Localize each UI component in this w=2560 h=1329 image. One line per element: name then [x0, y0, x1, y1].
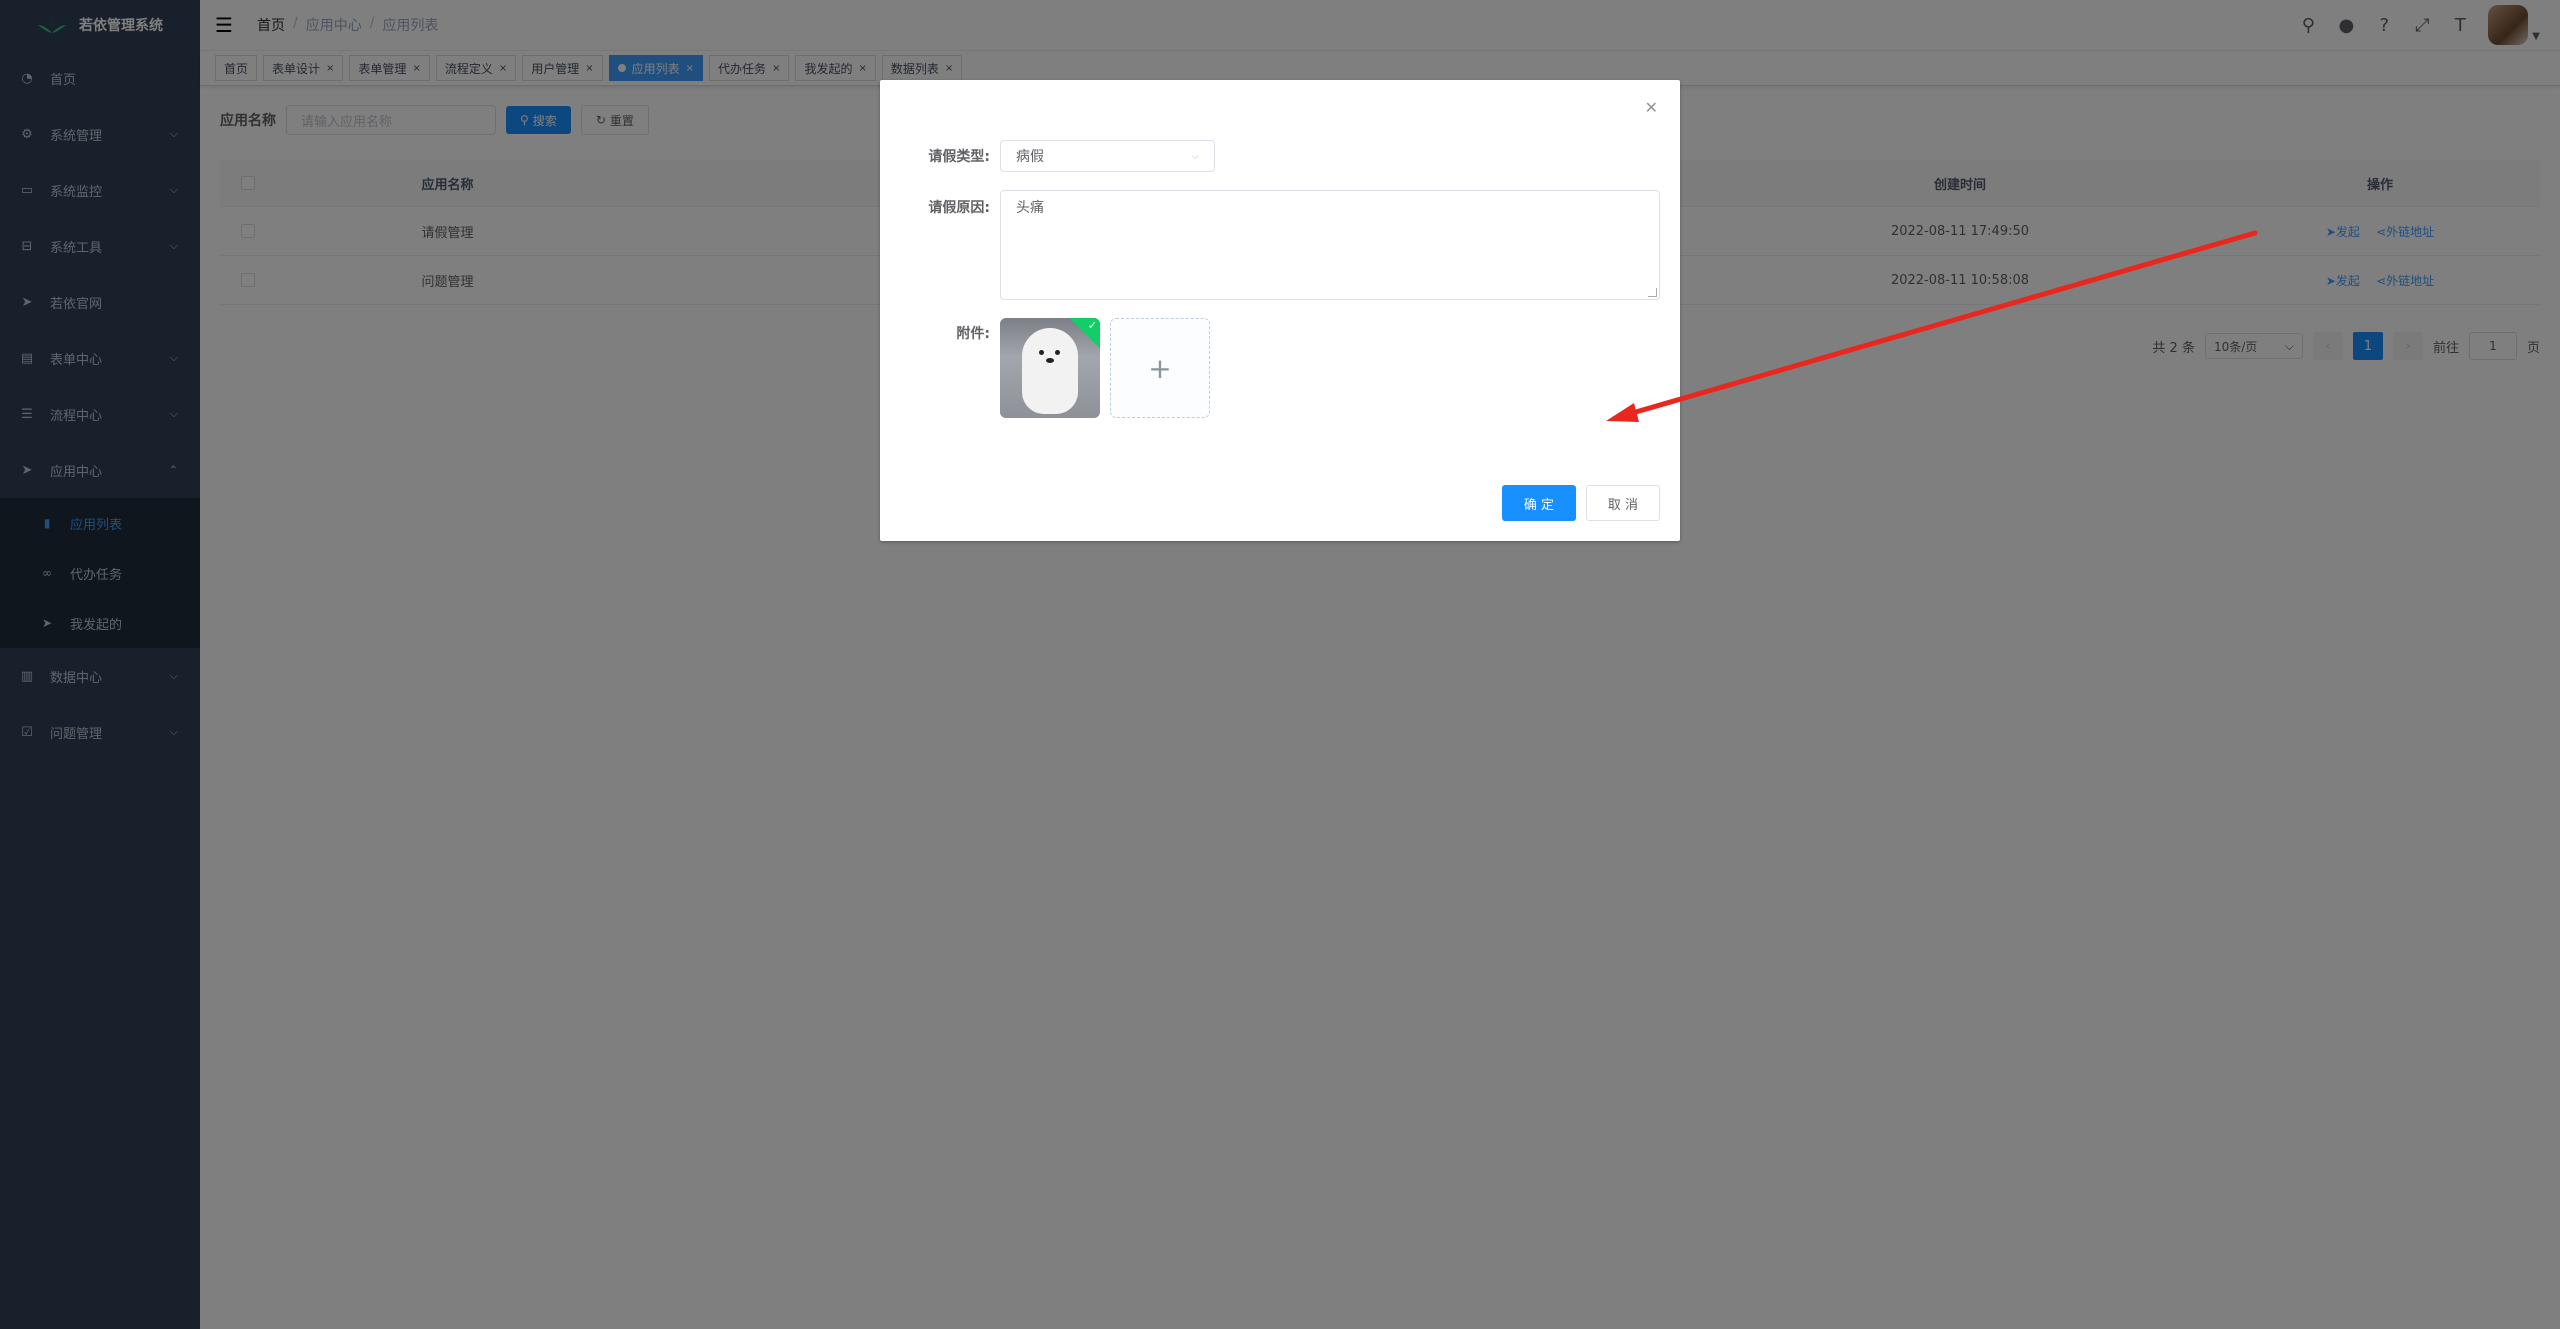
attachment-label: 附件: [956, 326, 990, 342]
bear-eye [1055, 350, 1060, 355]
cancel-button[interactable]: 取 消 [1586, 485, 1660, 521]
plus-icon: + [1148, 351, 1172, 385]
leave-type-select[interactable]: 病假 ⌵ [1000, 140, 1215, 172]
leave-request-dialog: ✕ 请假类型: 病假 ⌵ 请假原因: 头痛 附件: ✓ + 确 定 取 消 [880, 80, 1680, 541]
bear-nose [1046, 358, 1054, 363]
close-icon[interactable]: ✕ [1645, 98, 1658, 117]
check-icon: ✓ [1087, 319, 1097, 332]
upload-button[interactable]: + [1110, 318, 1210, 418]
leave-reason-value: 头痛 [1016, 200, 1044, 216]
attachment-thumbnail[interactable]: ✓ [1000, 318, 1100, 418]
resize-handle-icon[interactable] [1648, 288, 1657, 297]
leave-type-value: 病假 [1016, 149, 1044, 165]
leave-reason-textarea[interactable]: 头痛 [1000, 190, 1660, 300]
chevron-down-icon: ⌵ [1191, 150, 1199, 162]
leave-reason-label: 请假原因: [928, 200, 990, 216]
confirm-button[interactable]: 确 定 [1502, 485, 1576, 521]
bear-eye [1039, 350, 1044, 355]
leave-type-label: 请假类型: [928, 149, 990, 165]
bear-image [1022, 328, 1078, 414]
